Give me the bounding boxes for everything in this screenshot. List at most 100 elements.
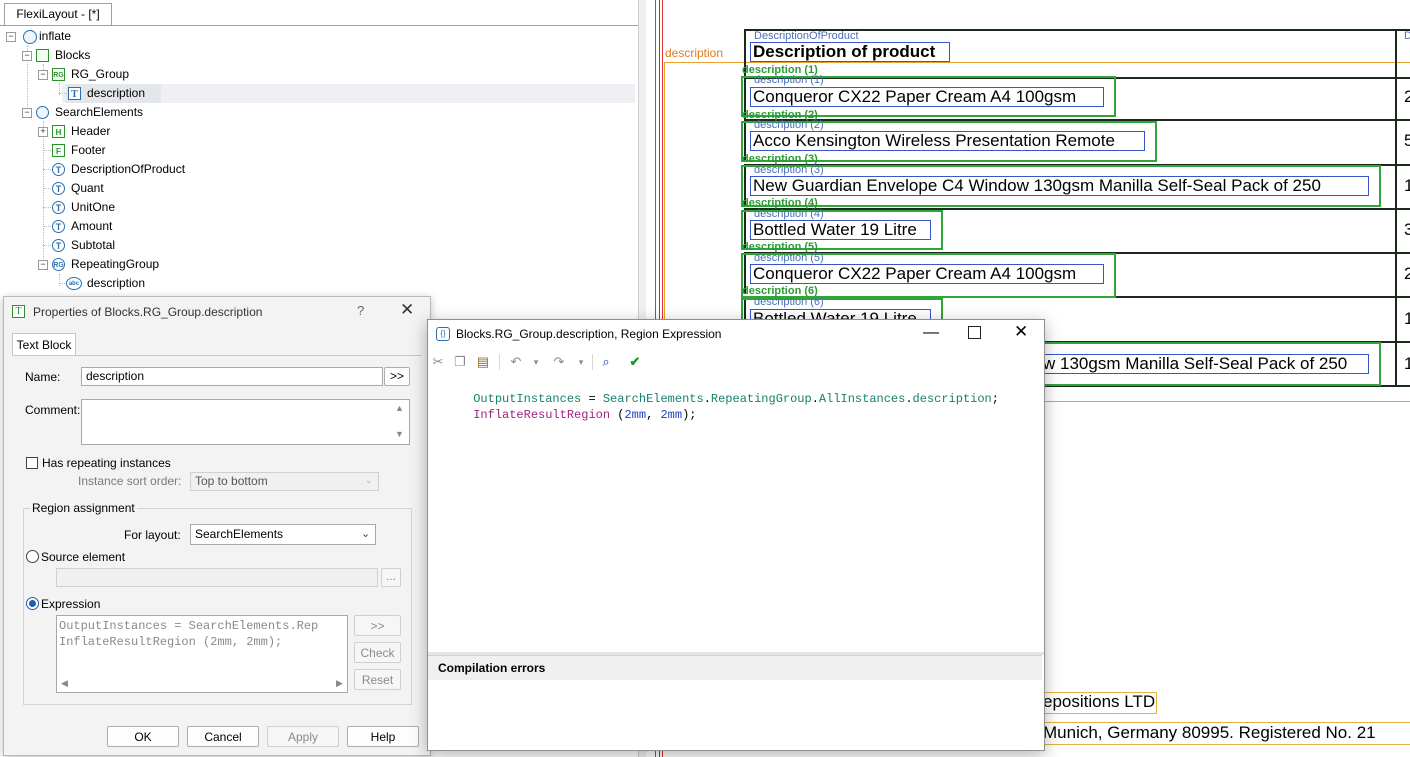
tree-node-label: Quant bbox=[71, 181, 104, 195]
expression-preview[interactable]: OutputInstances = SearchElements.Rep Inf… bbox=[56, 615, 348, 693]
scroll-right-icon[interactable]: ▶ bbox=[336, 678, 343, 689]
scroll-down-icon[interactable]: ▼ bbox=[395, 429, 404, 439]
apply-button[interactable]: Apply bbox=[267, 726, 339, 747]
repeating-group-icon: RG bbox=[52, 258, 65, 271]
close-icon[interactable]: ✕ bbox=[400, 300, 414, 320]
tree-node-rg-element-description[interactable]: abc description bbox=[52, 274, 252, 293]
row-digit: 3 bbox=[1404, 220, 1410, 239]
tree-node-quant[interactable]: T Quant bbox=[36, 179, 236, 198]
tree-node-unitone[interactable]: T UnitOne bbox=[36, 198, 236, 217]
minimize-icon[interactable]: — bbox=[923, 324, 939, 342]
region-label: description bbox=[665, 46, 724, 60]
row-text: Bottled Water 19 Litre bbox=[753, 220, 917, 239]
text-element-icon: T bbox=[52, 201, 65, 214]
source-browse-button[interactable]: ... bbox=[381, 568, 401, 587]
dialog-titlebar[interactable]: T Properties of Blocks.RG_Group.descript… bbox=[4, 297, 430, 327]
check-syntax-icon[interactable]: ✔ bbox=[627, 354, 643, 370]
collapse-toggle-icon[interactable]: − bbox=[38, 70, 48, 80]
compilation-errors-label: Compilation errors bbox=[438, 661, 546, 675]
collapse-toggle-icon[interactable]: − bbox=[38, 260, 48, 270]
tab-divider bbox=[12, 355, 422, 356]
tree-node-label: description bbox=[87, 276, 146, 290]
scroll-left-icon[interactable]: ◀ bbox=[61, 678, 68, 689]
undo-dropdown-icon[interactable]: ▾ bbox=[528, 354, 544, 370]
expression-line: InflateResultRegion (2mm, 2mm); bbox=[59, 635, 283, 649]
paste-icon[interactable]: ▤ bbox=[475, 354, 491, 370]
sort-order-select[interactable]: Top to bottom bbox=[190, 472, 379, 491]
footer-line: epositions LTD bbox=[1043, 692, 1156, 711]
comment-label: Comment: bbox=[25, 403, 81, 417]
tree-node-label: DescriptionOfProduct bbox=[71, 162, 186, 176]
tab-flexilayout[interactable]: FlexiLayout - [*] bbox=[4, 3, 112, 25]
text-element-icon: T bbox=[52, 239, 65, 252]
tree-node-repeatinggroup[interactable]: − RG RepeatingGroup bbox=[36, 255, 236, 274]
tree-node-label: description bbox=[87, 86, 146, 100]
collapse-toggle-icon[interactable]: − bbox=[22, 108, 32, 118]
tree-node-inflate[interactable]: − inflate bbox=[4, 27, 204, 46]
repeating-group-icon: RG bbox=[52, 68, 65, 81]
row-digit: 1 bbox=[1404, 176, 1410, 195]
collapse-toggle-icon[interactable]: − bbox=[6, 32, 16, 42]
close-icon[interactable]: ✕ bbox=[1014, 322, 1028, 342]
collapse-toggle-icon[interactable]: − bbox=[22, 51, 32, 61]
code-editor[interactable]: OutputInstances = SearchElements.Repeati… bbox=[428, 374, 1044, 650]
tree-node-label: RepeatingGroup bbox=[71, 257, 160, 271]
tree-node-amount[interactable]: T Amount bbox=[36, 217, 236, 236]
expand-toggle-icon[interactable]: + bbox=[38, 127, 48, 137]
chevron-down-icon: ⌄ bbox=[361, 528, 371, 540]
element-label: description (6) bbox=[754, 296, 824, 308]
find-icon[interactable]: ⌕ bbox=[598, 354, 614, 370]
maximize-icon[interactable] bbox=[968, 326, 981, 339]
header-icon: H bbox=[52, 125, 65, 138]
compilation-errors-header: Compilation errors bbox=[428, 655, 1042, 681]
expression-line: OutputInstances = SearchElements.Rep bbox=[59, 619, 319, 633]
row-text: Acco Kensington Wireless Presentation Re… bbox=[753, 131, 1115, 150]
tree-node-header[interactable]: + H Header bbox=[36, 122, 236, 141]
name-field[interactable]: description bbox=[81, 367, 383, 386]
tree-node-label: Footer bbox=[71, 143, 106, 157]
source-element-field[interactable] bbox=[56, 568, 378, 587]
tree-node-footer[interactable]: F Footer bbox=[36, 141, 236, 160]
tree-node-blocks[interactable]: − Blocks bbox=[20, 46, 220, 65]
text-element-icon: T bbox=[52, 182, 65, 195]
cancel-button[interactable]: Cancel bbox=[187, 726, 259, 747]
element-label: DescriptionOfProduct bbox=[754, 30, 859, 42]
help-icon[interactable]: ? bbox=[357, 303, 364, 318]
tree-node-label: Header bbox=[71, 124, 111, 138]
toolbar-separator bbox=[499, 354, 500, 370]
tree-node-label: Blocks bbox=[55, 48, 91, 62]
tree-node-rg-group[interactable]: − RG RG_Group bbox=[36, 65, 236, 84]
undo-icon[interactable]: ↶ bbox=[508, 354, 524, 370]
has-repeating-checkbox[interactable] bbox=[26, 457, 38, 469]
for-layout-select[interactable]: SearchElements bbox=[190, 524, 376, 545]
tree-node-subtotal[interactable]: T Subtotal bbox=[36, 236, 236, 255]
tree-node-descriptionofproduct[interactable]: T DescriptionOfProduct bbox=[36, 160, 256, 179]
has-repeating-label: Has repeating instances bbox=[42, 456, 171, 470]
tab-divider bbox=[0, 25, 638, 26]
sort-order-label: Instance sort order: bbox=[78, 474, 182, 488]
comment-field[interactable] bbox=[81, 399, 410, 445]
ok-button[interactable]: OK bbox=[107, 726, 179, 747]
compilation-errors-list[interactable] bbox=[428, 680, 1044, 749]
character-string-icon: abc bbox=[66, 277, 82, 290]
name-browse-button[interactable]: >> bbox=[384, 367, 410, 386]
row-text: New Guardian Envelope C4 Window 130gsm M… bbox=[753, 176, 1321, 195]
tree-node-rg-description[interactable]: T description bbox=[52, 84, 252, 103]
copy-icon[interactable]: ❐ bbox=[452, 354, 468, 370]
window-titlebar[interactable]: {} Blocks.RG_Group.description, Region E… bbox=[428, 320, 1044, 350]
scroll-up-icon[interactable]: ▲ bbox=[395, 403, 404, 413]
reset-button[interactable]: Reset bbox=[354, 669, 401, 690]
source-element-radio[interactable] bbox=[26, 550, 39, 563]
tab-text-block[interactable]: Text Block bbox=[12, 333, 76, 356]
tree-node-searchelements[interactable]: − SearchElements bbox=[20, 103, 220, 122]
cut-icon[interactable]: ✂ bbox=[430, 354, 446, 370]
expression-edit-button[interactable]: >> bbox=[354, 615, 401, 636]
redo-dropdown-icon[interactable]: ▾ bbox=[573, 354, 589, 370]
redo-icon[interactable]: ↷ bbox=[551, 354, 567, 370]
expression-radio[interactable] bbox=[26, 597, 39, 610]
help-button[interactable]: Help bbox=[347, 726, 419, 747]
dialog-title: Properties of Blocks.RG_Group.descriptio… bbox=[33, 305, 263, 319]
expression-icon: {} bbox=[436, 327, 450, 341]
check-button[interactable]: Check bbox=[354, 642, 401, 663]
tree-node-label: inflate bbox=[39, 29, 72, 43]
